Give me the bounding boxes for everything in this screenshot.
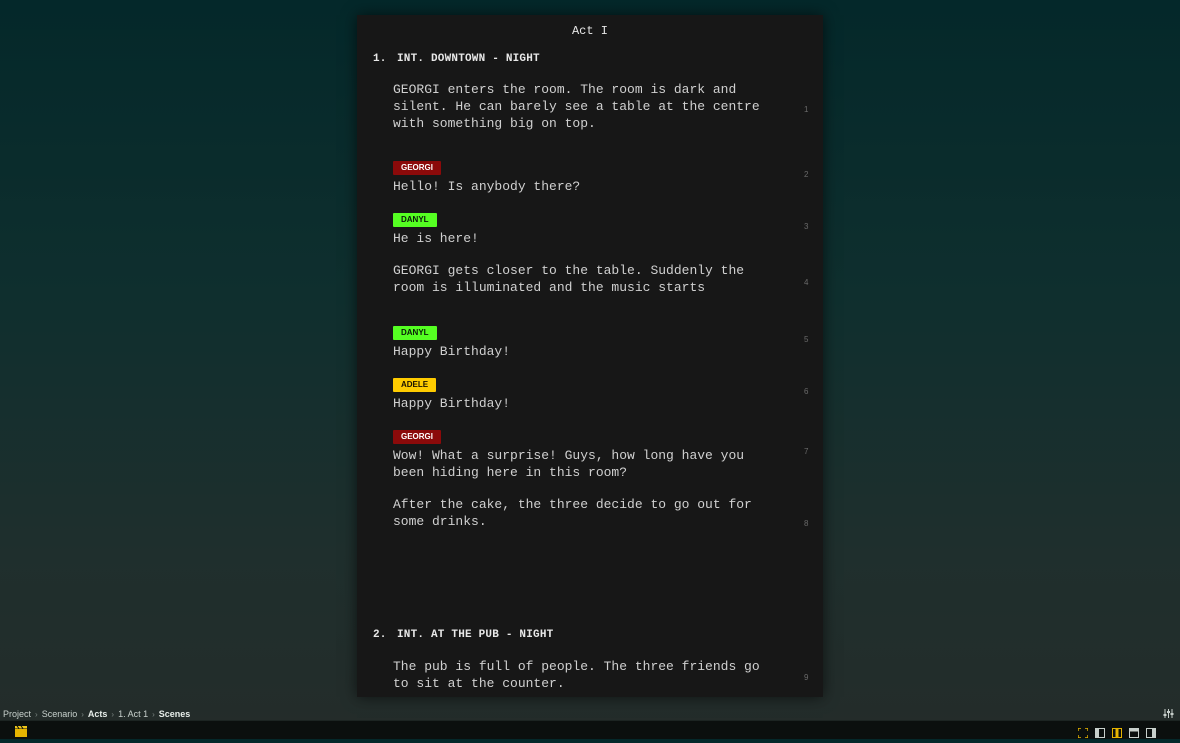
line-number: 2 xyxy=(804,170,809,179)
character-tag[interactable]: GEORGI xyxy=(393,161,442,175)
center-panel-icon[interactable] xyxy=(1112,725,1122,743)
line-number: 7 xyxy=(804,447,809,456)
breadcrumb-act[interactable]: 1. Act 1 xyxy=(118,709,148,719)
breadcrumb-scenes[interactable]: Scenes xyxy=(159,709,191,719)
dialogue-block[interactable]: ADELE Happy Birthday! xyxy=(393,374,773,412)
character-tag[interactable]: ADELE xyxy=(393,378,437,392)
action-block[interactable]: GEORGI enters the room. The room is dark… xyxy=(393,81,773,132)
character-tag[interactable]: DANYL xyxy=(393,213,437,227)
chevron-right-icon: › xyxy=(81,709,84,719)
line-number: 4 xyxy=(804,278,809,287)
script-page: Act I 1. INT. DOWNTOWN - NIGHT GEORGI ent… xyxy=(357,15,823,697)
character-tag[interactable]: GEORGI xyxy=(393,430,442,444)
action-block[interactable]: GEORGI gets closer to the table. Suddenl… xyxy=(393,262,773,296)
line-number: 3 xyxy=(804,222,809,231)
right-panel-icon[interactable] xyxy=(1146,725,1156,743)
dialogue-block[interactable]: DANYL He is here! xyxy=(393,209,773,247)
action-text: The pub is full of people. The three fri… xyxy=(393,659,760,691)
action-block[interactable]: The pub is full of people. The three fri… xyxy=(393,658,773,692)
line-number: 9 xyxy=(804,673,809,682)
scene-number: 2. xyxy=(373,629,387,641)
act-title: Act I xyxy=(571,24,608,38)
scene-heading[interactable]: 1. INT. DOWNTOWN - NIGHT xyxy=(373,53,540,65)
dialogue-text: Wow! What a surprise! Guys, how long hav… xyxy=(393,448,745,480)
left-panel-icon[interactable] xyxy=(1095,725,1105,743)
line-number: 1 xyxy=(804,105,809,114)
character-tag[interactable]: DANYL xyxy=(393,326,437,340)
top-panel-icon[interactable] xyxy=(1129,725,1139,743)
scene-heading[interactable]: 2. INT. AT THE PUB - NIGHT xyxy=(373,629,553,641)
dialogue-block[interactable]: GEORGI Hello! Is anybody there? xyxy=(393,157,773,195)
action-block[interactable]: After the cake, the three decide to go o… xyxy=(393,496,773,530)
chevron-right-icon: › xyxy=(111,709,115,719)
line-number: 8 xyxy=(804,519,809,528)
breadcrumb-scenario[interactable]: Scenario xyxy=(42,709,78,719)
scene-number: 1. xyxy=(373,53,387,65)
dialogue-block[interactable]: GEORGI Wow! What a surprise! Guys, how l… xyxy=(393,426,773,481)
action-text: GEORGI gets closer to the table. Suddenl… xyxy=(393,263,745,295)
chevron-right-icon: › xyxy=(35,709,38,719)
dialogue-text: Happy Birthday! xyxy=(393,396,511,411)
fullscreen-icon[interactable] xyxy=(1077,725,1089,743)
line-number: 6 xyxy=(804,387,809,396)
action-text: GEORGI enters the room. The room is dark… xyxy=(393,82,760,131)
dialogue-text: Hello! Is anybody there? xyxy=(393,179,581,194)
status-bar xyxy=(0,720,1180,739)
scene-title: INT. DOWNTOWN - NIGHT xyxy=(397,53,540,65)
scene-title: INT. AT THE PUB - NIGHT xyxy=(397,629,554,641)
dialogue-text: He is here! xyxy=(393,231,479,246)
breadcrumb-project[interactable]: Project xyxy=(3,709,31,719)
dialogue-text: Happy Birthday! xyxy=(393,344,511,359)
line-number: 5 xyxy=(804,335,809,344)
chevron-right-icon: › xyxy=(152,709,155,719)
clapperboard-icon[interactable] xyxy=(15,724,27,742)
action-text: After the cake, the three decide to go o… xyxy=(393,497,752,529)
breadcrumb-acts[interactable]: Acts xyxy=(88,709,108,719)
dialogue-block[interactable]: DANYL Happy Birthday! xyxy=(393,322,773,360)
breadcrumb: Project › Scenario › Acts › 1. Act 1 › S… xyxy=(3,708,190,720)
